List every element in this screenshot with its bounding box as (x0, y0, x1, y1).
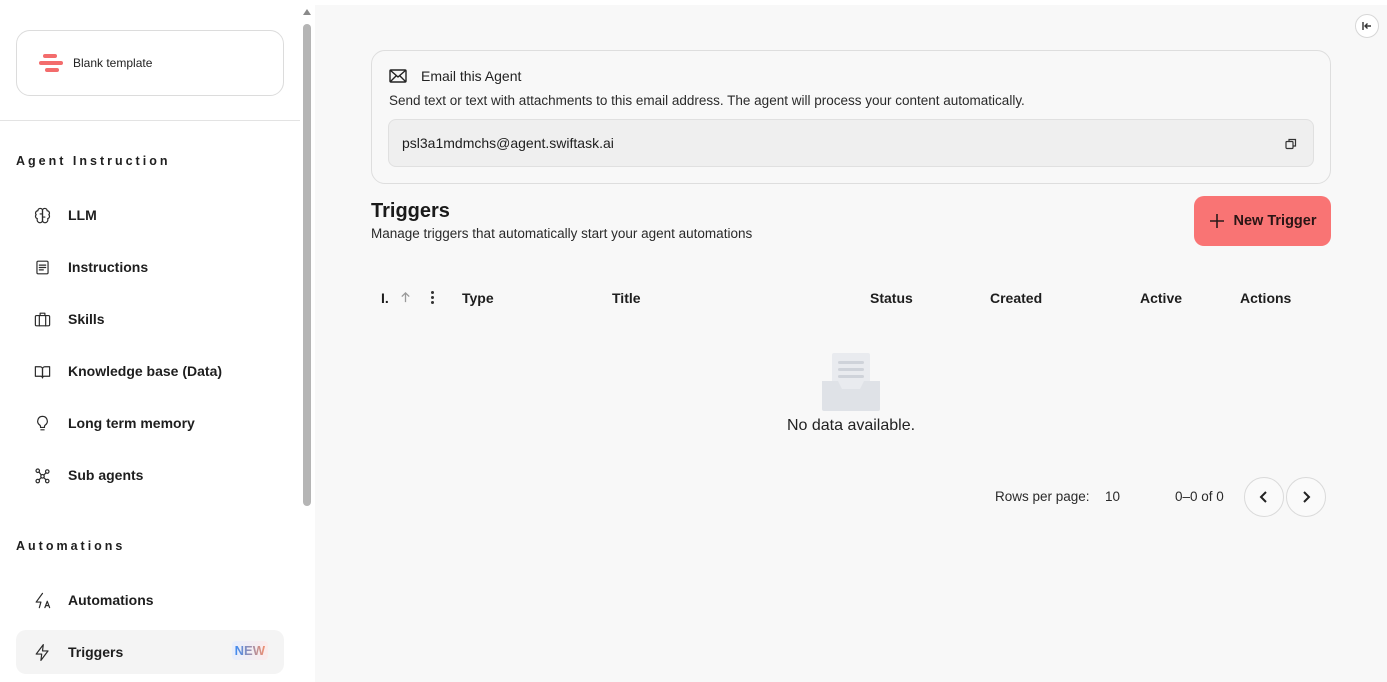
column-header-active[interactable]: Active (1140, 290, 1182, 306)
email-address-field[interactable]: psl3a1mdmchs@agent.swiftask.ai (388, 119, 1314, 167)
new-trigger-label: New Trigger (1233, 213, 1317, 229)
book-open-icon (32, 361, 52, 381)
email-address: psl3a1mdmchs@agent.swiftask.ai (402, 135, 614, 151)
network-icon (32, 465, 52, 485)
template-card[interactable]: Blank template (16, 30, 284, 96)
document-icon (32, 257, 52, 277)
lightbulb-icon (32, 413, 52, 433)
sidebar-item-triggers[interactable]: Triggers NEW (16, 630, 284, 674)
empty-inbox-icon (822, 353, 880, 411)
sidebar-item-label: Long term memory (68, 415, 195, 431)
column-header-index[interactable]: I. (381, 290, 389, 306)
mail-icon (389, 69, 407, 83)
email-card-title: Email this Agent (421, 68, 522, 84)
new-trigger-button[interactable]: New Trigger (1194, 196, 1331, 246)
sidebar-item-label: Knowledge base (Data) (68, 363, 223, 379)
sidebar: Blank template Agent Instruction LLM Ins… (0, 0, 315, 682)
sparkle-bolt-icon (32, 590, 52, 610)
section-title-agent-instruction: Agent Instruction (16, 154, 171, 168)
collapse-panel-button[interactable] (1355, 14, 1379, 38)
sidebar-item-sub-agents[interactable]: Sub agents (16, 453, 284, 497)
section-title-automations: Automations (16, 539, 126, 553)
sidebar-item-long-term-memory[interactable]: Long term memory (16, 401, 284, 445)
triggers-table-header: I. Type Title Status Created Active Acti… (371, 285, 1331, 311)
next-page-button[interactable] (1286, 477, 1326, 517)
sidebar-item-label: LLM (68, 207, 97, 223)
chevron-right-icon (1303, 491, 1311, 503)
column-menu-icon[interactable] (429, 291, 435, 305)
sidebar-scrollbar-thumb[interactable] (303, 24, 311, 506)
email-card-description: Send text or text with attachments to th… (389, 93, 1025, 108)
sidebar-item-automations[interactable]: Automations (16, 578, 284, 622)
triggers-title: Triggers (371, 200, 450, 222)
previous-page-button[interactable] (1244, 477, 1284, 517)
copy-icon[interactable] (1285, 137, 1299, 151)
sidebar-divider (0, 120, 300, 121)
empty-state-text: No data available. (786, 417, 916, 434)
sidebar-item-knowledge-base[interactable]: Knowledge base (Data) (16, 349, 284, 393)
sidebar-item-label: Instructions (68, 259, 149, 275)
column-header-actions[interactable]: Actions (1240, 290, 1291, 306)
email-agent-card: Email this Agent Send text or text with … (371, 50, 1331, 184)
column-header-title[interactable]: Title (612, 290, 641, 306)
template-logo-icon (39, 54, 63, 72)
chevron-left-icon (1259, 491, 1267, 503)
sidebar-item-label: Triggers (68, 644, 124, 660)
main-panel: Email this Agent Send text or text with … (315, 5, 1387, 682)
sidebar-item-label: Skills (68, 311, 105, 327)
bolt-icon (32, 642, 52, 662)
sidebar-item-llm[interactable]: LLM (16, 193, 284, 237)
triggers-description: Manage triggers that automatically start… (371, 226, 753, 241)
sort-arrow-up-icon[interactable] (399, 291, 413, 305)
column-header-created[interactable]: Created (990, 290, 1042, 306)
column-header-status[interactable]: Status (870, 290, 913, 306)
scroll-up-arrow[interactable] (303, 9, 311, 15)
rows-per-page-select[interactable]: 10 (1105, 489, 1120, 504)
new-badge: NEW (231, 641, 268, 660)
sidebar-item-label: Automations (68, 592, 154, 608)
briefcase-icon (32, 309, 52, 329)
column-header-type[interactable]: Type (462, 290, 494, 306)
pagination: Rows per page: 10 0–0 of 0 (315, 477, 1387, 517)
rows-per-page-label: Rows per page: (995, 489, 1090, 504)
collapse-icon (1362, 22, 1371, 30)
sidebar-item-instructions[interactable]: Instructions (16, 245, 284, 289)
plus-icon (1209, 214, 1224, 228)
brain-icon (32, 205, 52, 225)
sidebar-item-skills[interactable]: Skills (16, 297, 284, 341)
template-label: Blank template (73, 56, 153, 70)
page-range-text: 0–0 of 0 (1175, 489, 1224, 504)
sidebar-item-label: Sub agents (68, 467, 144, 483)
